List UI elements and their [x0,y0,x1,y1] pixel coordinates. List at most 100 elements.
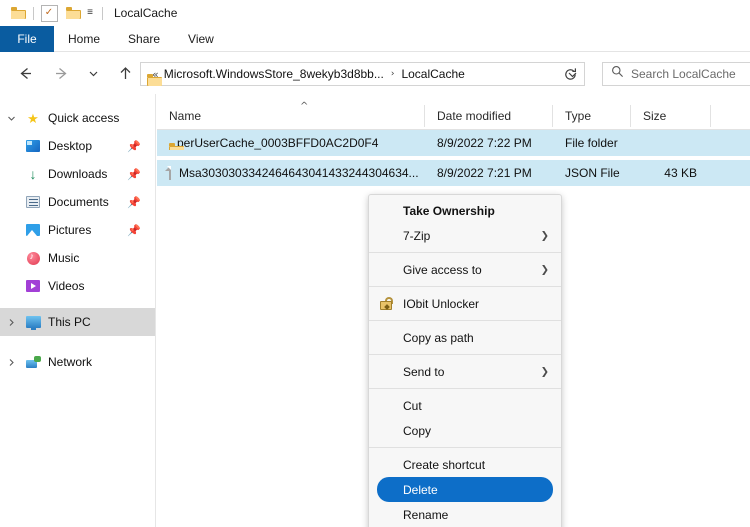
customize-quick-access-toolbar-icon[interactable]: ≡ [83,3,97,23]
new-folder-icon[interactable] [63,3,83,23]
divider-2 [102,6,103,20]
menu-item-send-to[interactable]: Send to ❯ [369,359,561,384]
music-icon [22,244,44,272]
pin-icon[interactable]: 📌 [127,168,141,181]
column-header-label: Type [565,108,592,123]
navigation-pane: ★ Quick access Desktop 📌 ↓ Downloads 📌 D… [0,94,156,527]
menu-item-copy-as-path[interactable]: Copy as path [369,325,561,350]
menu-separator [369,388,561,389]
menu-item-create-shortcut[interactable]: Create shortcut [369,452,561,477]
file-name-cell[interactable]: perUserCache_0003BFFD0AC2D0F4 [157,136,425,150]
menu-item-label: Create shortcut [403,457,486,472]
column-header-date-modified[interactable]: Date modified [425,104,553,127]
menu-separator [369,447,561,448]
menu-item-give-access-to[interactable]: Give access to ❯ [369,257,561,282]
file-name-label: Msa3030303342464643041433244304634... [179,166,419,180]
this-pc-icon [22,308,44,336]
file-type-cell: File folder [565,136,618,150]
sidebar-item-downloads[interactable]: ↓ Downloads 📌 [0,160,155,188]
sidebar-item-videos[interactable]: Videos [0,272,155,300]
menu-item-take-ownership[interactable]: Take Ownership [369,198,561,223]
menu-item-7-zip[interactable]: 7-Zip ❯ [369,223,561,248]
menu-item-label: Copy as path [403,330,474,345]
pin-icon[interactable]: 📌 [127,224,141,237]
pictures-icon [22,216,44,244]
folder-icon [8,3,28,23]
sidebar-item-network[interactable]: Network [0,348,155,376]
menu-item-cut[interactable]: Cut [369,393,561,418]
desktop-icon [22,132,44,160]
chevron-right-icon: ❯ [540,264,549,275]
chevron-right-icon: ❯ [540,366,549,377]
menu-item-label: Send to [403,364,445,379]
forward-icon[interactable] [46,58,76,88]
sidebar-item-label: Pictures [48,223,92,237]
column-header-label: Date modified [437,108,512,123]
breadcrumb-segment-package[interactable]: Microsoft.WindowsStore_8wekyb3d8bb... [164,67,384,81]
tab-share[interactable]: Share [114,26,174,52]
column-header-name[interactable]: Name ^ [157,101,425,127]
ribbon-tab-bar: File Home Share View [0,26,750,52]
sidebar-item-label: Desktop [48,139,93,153]
pin-icon[interactable]: 📌 [127,140,141,153]
tab-view[interactable]: View [174,26,228,52]
file-size-cell: 43 KB [664,166,697,180]
menu-item-copy[interactable]: Copy [369,418,561,443]
downloads-icon: ↓ [29,166,37,182]
refresh-icon[interactable] [558,63,582,85]
menu-separator [369,252,561,253]
file-icon [165,166,171,180]
sidebar-item-label: Downloads [48,167,108,181]
sidebar-item-quick-access[interactable]: ★ Quick access [0,104,155,132]
sidebar-item-label: Documents [48,195,109,209]
network-icon [22,348,44,376]
chevron-right-icon: ❯ [540,230,549,241]
chevron-right-icon[interactable] [0,348,22,376]
search-input[interactable]: Search LocalCache [631,67,736,81]
menu-separator [369,354,561,355]
menu-separator [369,320,561,321]
divider [33,6,34,20]
pin-icon[interactable]: 📌 [127,196,141,209]
table-row[interactable]: Msa3030303342464643041433244304634... 8/… [157,160,750,186]
search-box[interactable]: Search LocalCache [602,62,750,86]
sidebar-item-label: Music [48,251,80,265]
column-header-label: Name [169,108,202,123]
menu-item-label: Cut [403,398,422,413]
file-date-cell: 8/9/2022 7:22 PM [437,136,532,150]
star-icon: ★ [27,110,39,126]
context-menu: Take Ownership 7-Zip ❯ Give access to ❯ … [368,194,562,527]
menu-separator [369,286,561,287]
sidebar-item-this-pc[interactable]: This PC [0,308,155,336]
menu-item-label: Delete [403,482,438,497]
back-icon[interactable] [10,58,40,88]
menu-item-rename[interactable]: Rename [369,502,561,527]
file-type-cell: JSON File [565,166,620,180]
recent-locations-icon[interactable] [80,58,106,88]
documents-icon [22,188,44,216]
column-header-row: Name ^ Date modified Type Size [157,101,750,130]
menu-item-label: 7-Zip [403,228,431,243]
address-bar[interactable]: « Microsoft.WindowsStore_8wekyb3d8bb... … [140,62,585,86]
file-name-cell[interactable]: Msa3030303342464643041433244304634... [157,166,425,180]
column-header-size[interactable]: Size [631,104,711,127]
quick-access-properties-icon[interactable]: ✓ [39,3,59,23]
sidebar-item-desktop[interactable]: Desktop 📌 [0,132,155,160]
search-icon [611,65,624,83]
sidebar-item-music[interactable]: Music [0,244,155,272]
menu-item-label: Give access to [403,262,482,277]
menu-item-iobit-unlocker[interactable]: IObit Unlocker [369,291,561,316]
chevron-right-icon[interactable] [0,308,22,336]
window-title: LocalCache [114,6,178,20]
menu-item-delete[interactable]: Delete [377,477,553,502]
sidebar-item-pictures[interactable]: Pictures 📌 [0,216,155,244]
file-explorer-window: ✓ ≡ LocalCache File Home Share View « Mi… [0,0,750,527]
chevron-down-icon[interactable] [0,104,22,132]
breadcrumb-segment-localcache[interactable]: LocalCache [401,67,464,81]
tab-home[interactable]: Home [54,26,114,52]
column-header-type[interactable]: Type [553,104,631,127]
table-row[interactable]: perUserCache_0003BFFD0AC2D0F4 8/9/2022 7… [157,130,750,156]
up-icon[interactable] [110,58,140,88]
tab-file[interactable]: File [0,26,54,52]
sidebar-item-documents[interactable]: Documents 📌 [0,188,155,216]
